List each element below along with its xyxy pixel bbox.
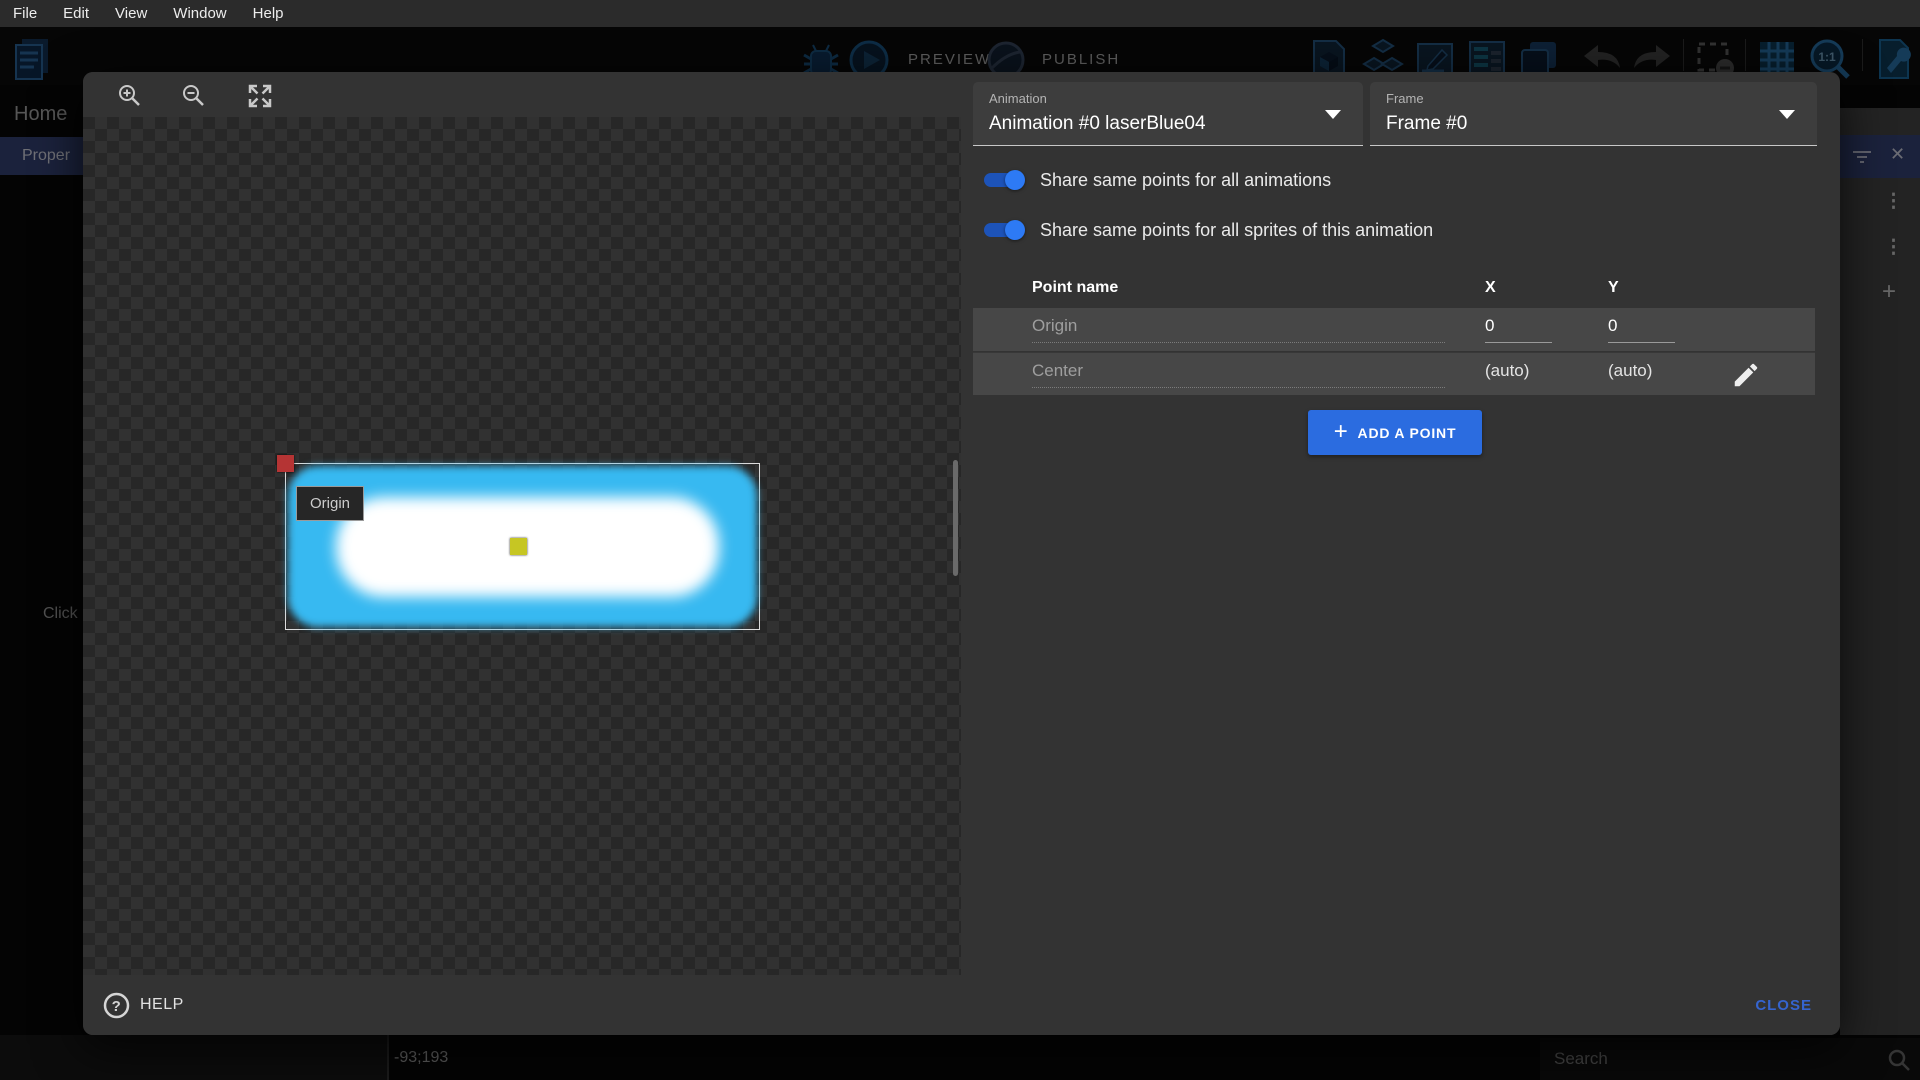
dialog-footer: ? HELP CLOSE: [83, 975, 1840, 1035]
table-row-center[interactable]: Center (auto) (auto): [973, 352, 1815, 395]
zoom-in-icon[interactable]: [117, 83, 141, 107]
gdevelop-app: File Edit View Window Help: [0, 0, 1920, 1080]
close-button[interactable]: CLOSE: [1755, 975, 1812, 1035]
menu-help[interactable]: Help: [240, 5, 297, 22]
help-label: HELP: [140, 996, 184, 1014]
column-x: X: [1485, 279, 1496, 297]
chevron-down-icon: [1779, 110, 1795, 119]
sprite-image-core: [336, 497, 719, 597]
menu-view[interactable]: View: [102, 5, 160, 22]
menu-window[interactable]: Window: [160, 5, 239, 22]
toggle-row-all-animations: Share same points for all animations: [973, 158, 1813, 202]
share-points-all-animations-toggle[interactable]: [981, 168, 1029, 192]
add-point-label: ADD A POINT: [1358, 425, 1457, 441]
point-name-field: Center: [1032, 361, 1445, 388]
chevron-down-icon: [1325, 110, 1341, 119]
animation-select-value: Animation #0 laserBlue04: [989, 113, 1206, 135]
help-circle-icon: ?: [103, 992, 130, 1019]
center-point-marker[interactable]: [510, 538, 527, 555]
column-point-name: Point name: [1032, 279, 1118, 297]
edit-point-icon[interactable]: [1731, 360, 1761, 390]
table-row-origin[interactable]: Origin 0 0: [973, 308, 1815, 351]
point-name-field: Origin: [1032, 316, 1445, 343]
sprite-bounding-box: Origin: [285, 463, 760, 630]
fit-to-screen-icon[interactable]: [247, 83, 273, 109]
origin-point-tooltip: Origin: [296, 486, 364, 521]
points-table-header: Point name X Y: [973, 270, 1815, 308]
origin-point-marker[interactable]: [277, 455, 294, 472]
sprite-preview-canvas[interactable]: Origin: [83, 117, 961, 975]
toggle-label: Share same points for all animations: [1040, 170, 1331, 191]
point-y-field[interactable]: 0: [1608, 316, 1675, 343]
frame-select-value: Frame #0: [1386, 113, 1467, 135]
point-y-field[interactable]: (auto): [1608, 361, 1675, 388]
menu-bar: File Edit View Window Help: [0, 0, 1920, 27]
animation-select[interactable]: Animation Animation #0 laserBlue04: [973, 82, 1363, 146]
canvas-vertical-scrollbar[interactable]: [953, 460, 958, 576]
help-button[interactable]: ? HELP: [103, 975, 184, 1035]
zoom-out-icon[interactable]: [181, 83, 205, 107]
toggle-row-all-sprites: Share same points for all sprites of thi…: [973, 208, 1813, 252]
points-panel: Animation Animation #0 laserBlue04 Frame…: [973, 72, 1840, 975]
point-x-field[interactable]: (auto): [1485, 361, 1552, 388]
column-y: Y: [1608, 279, 1619, 297]
share-points-all-sprites-toggle[interactable]: [981, 218, 1029, 242]
canvas-toolbar: [83, 72, 961, 117]
add-point-button[interactable]: + ADD A POINT: [1308, 410, 1482, 455]
edit-points-dialog: Origin Animation Animation #0 laserBlue0…: [83, 72, 1840, 1035]
toggle-label: Share same points for all sprites of thi…: [1040, 220, 1433, 241]
menu-edit[interactable]: Edit: [50, 5, 102, 22]
animation-select-label: Animation: [989, 91, 1047, 106]
point-x-field[interactable]: 0: [1485, 316, 1552, 343]
frame-select-label: Frame: [1386, 91, 1424, 106]
frame-select[interactable]: Frame Frame #0: [1370, 82, 1817, 146]
svg-text:?: ?: [112, 998, 122, 1015]
menu-file[interactable]: File: [0, 5, 50, 22]
